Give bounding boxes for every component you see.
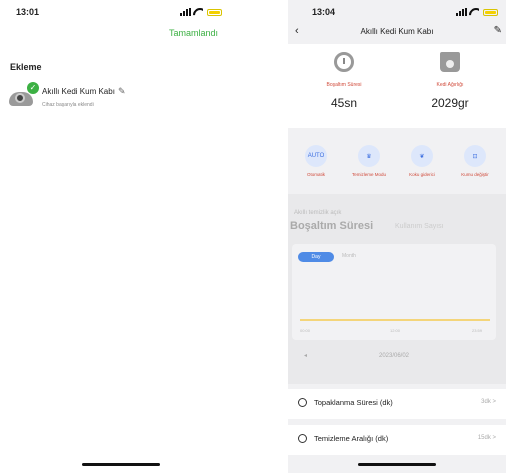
device-name: Akıllı Kedi Kum Kabı bbox=[42, 87, 115, 96]
success-check-icon: ✓ bbox=[27, 82, 39, 94]
device-status-text: Cihaz başarıyla eklendi bbox=[42, 102, 94, 108]
stat-label: Kedi Ağırlığı bbox=[436, 82, 464, 88]
setting-row-clumping[interactable]: Topaklanma Süresi (dk) 3dk > bbox=[288, 389, 506, 419]
broom-icon: ♛ bbox=[358, 145, 380, 167]
stat-weight: Kedi Ağırlığı 2029gr bbox=[400, 52, 500, 110]
mode-change-litter-button[interactable]: ⊡ Kumu değiştir bbox=[453, 145, 497, 177]
device-thumbnail: ✓ bbox=[9, 82, 39, 108]
clock-icon bbox=[334, 52, 354, 72]
setting-label: Topaklanma Süresi (dk) bbox=[314, 398, 393, 407]
mode-buttons: AUTO Otomatik ♛ Temizleme Modu ❦ Koku gi… bbox=[288, 135, 506, 190]
status-bar: 13:01 bbox=[0, 7, 242, 21]
nav-header: ‹ Akıllı Kedi Kum Kabı ✎ bbox=[288, 22, 506, 42]
signal-icon bbox=[180, 8, 191, 16]
mode-auto-button[interactable]: AUTO Otomatik bbox=[294, 145, 338, 177]
timer-icon bbox=[298, 398, 307, 407]
stats-panel: Akıllı temizlik açık Boşaltım Süresi Kul… bbox=[288, 194, 506, 384]
battery-icon bbox=[207, 9, 222, 16]
status-time: 13:01 bbox=[16, 7, 40, 17]
done-button[interactable]: Tamamlandı bbox=[169, 28, 218, 38]
setting-value: 3dk > bbox=[481, 399, 496, 405]
stat-value: 2029gr bbox=[431, 96, 469, 110]
edit-name-icon[interactable]: ✎ bbox=[118, 86, 126, 97]
auto-icon: AUTO bbox=[305, 145, 327, 167]
mode-label: Kumu değiştir bbox=[461, 172, 489, 177]
date-selector[interactable]: ◂ 2023/06/02 bbox=[292, 346, 496, 366]
cleaning-hint: Akıllı temizlik açık bbox=[294, 210, 342, 216]
date-label: 2023/06/02 bbox=[378, 353, 410, 359]
separator-gap bbox=[242, 0, 288, 473]
wifi-icon bbox=[469, 8, 479, 16]
device-lens-icon bbox=[15, 93, 25, 103]
status-icons bbox=[456, 8, 498, 16]
setting-row-interval[interactable]: Temizleme Aralığı (dk) 15dk > bbox=[288, 425, 506, 455]
stats-card: Boşaltım Süresi 45sn Kedi Ağırlığı 2029g… bbox=[288, 44, 506, 128]
wifi-icon bbox=[193, 8, 203, 16]
section-title: Ekleme bbox=[10, 62, 42, 72]
status-bar: 13:04 bbox=[288, 7, 506, 21]
status-icons bbox=[180, 8, 222, 16]
chart-canvas: 00:00 12:00 23:59 bbox=[300, 319, 490, 333]
mode-label: Otomatik bbox=[306, 172, 325, 177]
device-added-screen: 13:01 Tamamlandı Ekleme ✓ Akıllı Kedi Ku… bbox=[0, 0, 242, 473]
mode-deodorize-button[interactable]: ❦ Koku giderici bbox=[400, 145, 444, 177]
status-time: 13:04 bbox=[312, 7, 336, 17]
bin-icon: ⊡ bbox=[464, 145, 486, 167]
mode-label: Temizleme Modu bbox=[351, 172, 386, 177]
scale-icon bbox=[440, 52, 460, 72]
leaf-icon: ❦ bbox=[411, 145, 433, 167]
screen-pair: 13:01 Tamamlandı Ekleme ✓ Akıllı Kedi Ku… bbox=[0, 0, 506, 473]
tab-duration[interactable]: Boşaltım Süresi bbox=[290, 220, 373, 232]
signal-icon bbox=[456, 8, 467, 16]
stat-duration: Boşaltım Süresi 45sn bbox=[294, 52, 394, 110]
device-control-screen: 13:04 ‹ Akıllı Kedi Kum Kabı ✎ Boşaltım … bbox=[288, 0, 506, 473]
timer-icon bbox=[298, 434, 307, 443]
home-indicator[interactable] bbox=[358, 463, 436, 466]
usage-chart: Day Month 00:00 12:00 23:59 bbox=[292, 244, 496, 340]
page-title: Akıllı Kedi Kum Kabı bbox=[360, 27, 434, 36]
tab-usage-count[interactable]: Kullanım Sayısı bbox=[395, 223, 444, 230]
stat-value: 45sn bbox=[330, 96, 358, 110]
mode-label: Koku giderici bbox=[409, 172, 435, 177]
home-indicator[interactable] bbox=[82, 463, 160, 466]
chart-tick-mid: 12:00 bbox=[390, 328, 401, 333]
mode-clean-button[interactable]: ♛ Temizleme Modu bbox=[347, 145, 391, 177]
edit-icon[interactable]: ✎ bbox=[494, 25, 502, 36]
chart-tick-end: 23:59 bbox=[472, 328, 483, 333]
prev-date-icon[interactable]: ◂ bbox=[304, 346, 307, 366]
setting-label: Temizleme Aralığı (dk) bbox=[314, 434, 389, 443]
setting-value: 15dk > bbox=[477, 435, 496, 441]
chart-tick-start: 00:00 bbox=[300, 328, 311, 333]
battery-icon bbox=[483, 9, 498, 16]
stat-label: Boşaltım Süresi bbox=[326, 82, 362, 88]
